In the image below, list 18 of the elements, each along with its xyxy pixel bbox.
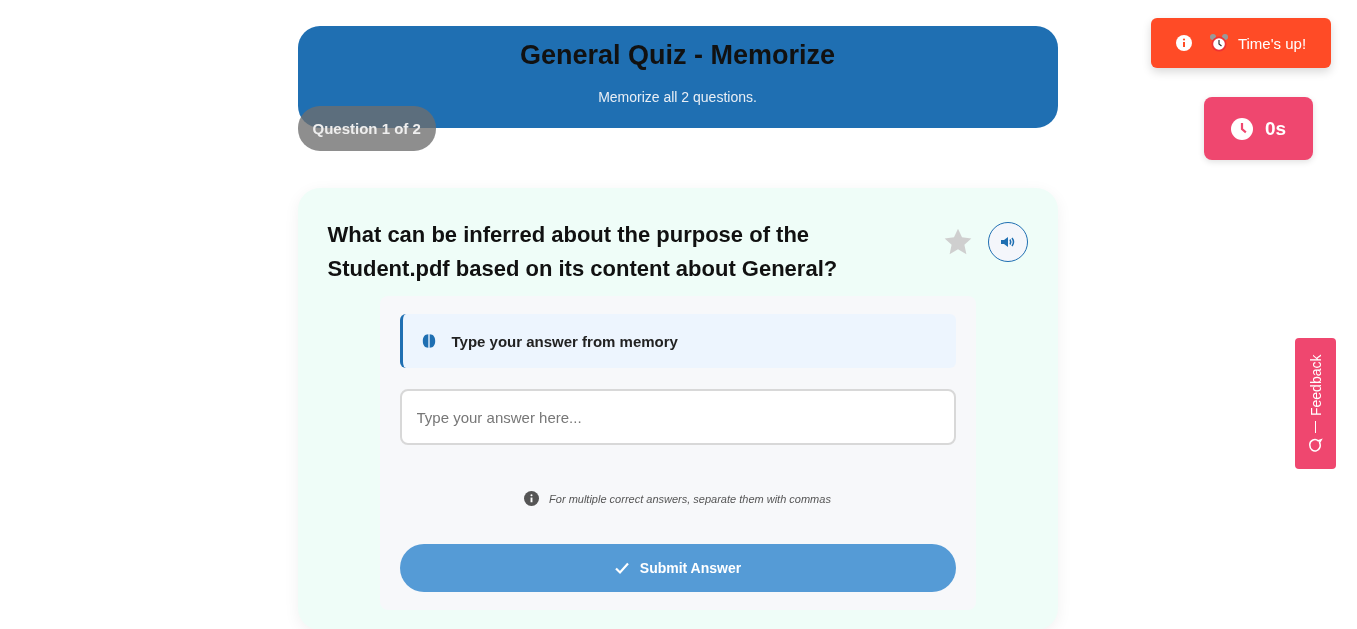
alarm-clock-icon xyxy=(1208,33,1229,53)
checkmark-icon xyxy=(613,560,630,576)
question-counter: Question 1 of 2 xyxy=(297,106,436,151)
clock-icon xyxy=(1230,117,1253,140)
chat-bubble-icon xyxy=(1308,437,1323,453)
quiz-title: General Quiz - Memorize xyxy=(519,40,836,71)
toast-text: Time's up! xyxy=(1237,34,1307,52)
info-icon xyxy=(1175,35,1192,51)
hint-text: Type your answer from memory xyxy=(451,332,678,350)
speaker-button[interactable] xyxy=(987,222,1028,262)
info-icon xyxy=(524,491,540,506)
timer-text: 0s xyxy=(1264,117,1287,140)
quiz-subtitle: Memorize all 2 questions. xyxy=(598,89,757,105)
question-text: What can be inferred about the purpose of the Student.pdf based on its content about General? xyxy=(327,221,839,283)
answer-input[interactable]: Type your answer here... xyxy=(399,389,956,445)
feedback-tab[interactable]: Feedback xyxy=(1295,338,1336,469)
speaker-icon xyxy=(999,234,1016,250)
note-text: For multiple correct answers, separate them with commas xyxy=(549,492,831,505)
